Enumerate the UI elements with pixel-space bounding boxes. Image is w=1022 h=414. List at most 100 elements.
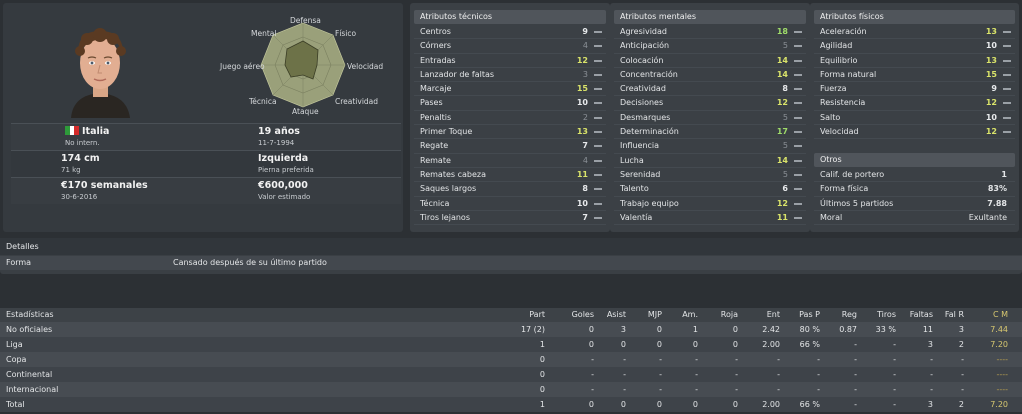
column-header[interactable]: Am. [658, 308, 698, 322]
attribute-row[interactable]: Penaltis 2 [414, 111, 606, 126]
statistics-cell: - [777, 385, 780, 394]
trend-dash-icon [794, 216, 802, 219]
attribute-label: Remate [420, 155, 451, 165]
statistics-table: Estadísticas Part Goles Asist MJP Am. Roja Ent P… [0, 308, 1022, 414]
attribute-row[interactable]: Forma natural 15 [814, 68, 1015, 83]
attribute-row[interactable]: Primer Toque 13 [414, 125, 606, 140]
attribute-label: Primer Toque [420, 127, 473, 137]
statistics-row[interactable]: Internacional 0- - - - - - - - - - - ---- [0, 382, 1022, 397]
attribute-row[interactable]: Remates cabeza 11 [414, 168, 606, 183]
statistics-cell: - [735, 370, 738, 379]
attribute-row[interactable]: Agilidad 10 [814, 39, 1015, 54]
attribute-row[interactable]: Entradas 12 [414, 54, 606, 68]
column-header[interactable]: Ent [740, 308, 780, 322]
attribute-row[interactable]: Equilibrio 13 [814, 54, 1015, 68]
otros-title: Otros [814, 153, 1015, 167]
statistics-row[interactable]: Total 1 0 0 0 0 0 2.00 66 % - -3 2 7.20 [0, 397, 1022, 412]
player-profile-panel: Defensa Mental Físico Juego aéreo Veloci… [3, 3, 403, 232]
attribute-row[interactable]: Salto 10 [814, 111, 1015, 126]
attribute-row[interactable]: Agresividad 18 [614, 25, 806, 40]
attribute-value: 10 [985, 41, 997, 51]
statistics-cell: - [623, 355, 626, 364]
column-header[interactable]: Fal R [924, 308, 964, 322]
attribute-row[interactable]: Lanzador de faltas 3 [414, 68, 606, 83]
attribute-row[interactable]: Lucha 14 [614, 154, 806, 168]
attribute-row[interactable]: Valentía 11 [614, 211, 806, 226]
attribute-row[interactable]: Remate 4 [414, 154, 606, 168]
attribute-row[interactable]: Tiros lejanos 7 [414, 211, 606, 226]
attribute-label: Remates cabeza [420, 169, 486, 179]
attribute-row[interactable]: Desmarques 5 [614, 111, 806, 126]
attribute-row[interactable]: Córners 4 [414, 39, 606, 54]
attribute-row[interactable]: Decisiones 12 [614, 96, 806, 111]
attribute-row[interactable]: Velocidad 12 [814, 125, 1015, 140]
statistics-row[interactable]: Copa 0- - - - - - - - - - - ---- [0, 352, 1022, 367]
attribute-row[interactable]: Talento 6 [614, 182, 806, 197]
attribute-value: 2 [582, 112, 588, 122]
attribute-row[interactable]: Resistencia 12 [814, 96, 1015, 111]
statistics-cell: 1 [539, 340, 545, 349]
column-header[interactable]: Reg [817, 308, 857, 322]
attribute-row[interactable]: Marcaje 15 [414, 82, 606, 97]
attribute-row[interactable]: Aceleración 13 [814, 25, 1015, 40]
trend-dash-icon [794, 45, 802, 48]
radar-label-tecnica: Técnica [249, 97, 277, 106]
column-header[interactable]: Part [505, 308, 545, 322]
trend-dash-icon [794, 31, 802, 33]
attribute-row[interactable]: Influencia 5 [614, 139, 806, 154]
statistics-cell: - [735, 385, 738, 394]
trend-dash-icon [594, 88, 602, 91]
statistics-row[interactable]: No oficiales 17 (2) 0 3 0 1 0 2.42 80 % 0.87 33 % 1… [0, 322, 1022, 337]
trend-dash-icon [794, 116, 802, 119]
attribute-label: Influencia [620, 141, 660, 151]
otros-label: Moral [820, 212, 843, 222]
details-row-label: Forma [6, 258, 32, 267]
statistics-cell: - [893, 370, 896, 379]
statistics-cell: - [735, 355, 738, 364]
attribute-value: 12 [985, 98, 997, 108]
attribute-row[interactable]: Serenidad 5 [614, 168, 806, 183]
info-row-body: 174 cm 71 kg Izquierda Pierna preferida [11, 150, 401, 177]
trend-dash-icon [594, 45, 602, 48]
attribute-row[interactable]: Concentración 14 [614, 68, 806, 83]
statistics-cell: 2.00 [762, 340, 780, 349]
column-header[interactable]: Asist [586, 308, 626, 322]
mental-attributes-title: Atributos mentales [614, 10, 806, 24]
trend-dash-icon [594, 173, 602, 176]
otros-label: Calif. de portero [820, 170, 885, 179]
attribute-value: 12 [776, 198, 788, 208]
column-header[interactable]: C M [968, 308, 1008, 322]
trend-dash-icon [1003, 31, 1011, 33]
column-header[interactable]: Roja [698, 308, 738, 322]
attribute-row[interactable]: Anticipación 5 [614, 39, 806, 54]
column-header[interactable]: Tiros [856, 308, 896, 322]
attribute-row[interactable]: Centros 9 [414, 25, 606, 40]
attribute-row[interactable]: Fuerza 9 [814, 82, 1015, 97]
column-header[interactable]: Pas P [780, 308, 820, 322]
statistics-row[interactable]: Liga 1 0 0 0 0 0 2.00 66 % - -3 2 7.20 [0, 337, 1022, 352]
attribute-row[interactable]: Saques largos 8 [414, 182, 606, 197]
attribute-label: Penaltis [420, 112, 452, 122]
trend-dash-icon [594, 159, 602, 162]
column-header[interactable]: MJP [622, 308, 662, 322]
statistics-cell: - [893, 340, 896, 349]
attribute-row[interactable]: Trabajo equipo 12 [614, 197, 806, 211]
trend-dash-icon [594, 216, 602, 219]
radar-label-ataque: Ataque [292, 107, 319, 116]
trend-dash-icon [794, 73, 802, 76]
attribute-value: 11 [576, 169, 588, 179]
attribute-row[interactable]: Colocación 14 [614, 54, 806, 68]
attribute-label: Trabajo equipo [620, 198, 679, 208]
attribute-row[interactable]: Determinación 17 [614, 125, 806, 140]
attribute-label: Colocación [620, 55, 664, 65]
attribute-row[interactable]: Regate 7 [414, 139, 606, 154]
statistics-row-label: Liga [6, 340, 23, 349]
statistics-row[interactable]: Continental 0- - - - - - - - - - - ---- [0, 367, 1022, 382]
attribute-row[interactable]: Creatividad 8 [614, 82, 806, 97]
attribute-row[interactable]: Pases 10 [414, 96, 606, 111]
trend-dash-icon [794, 188, 802, 191]
attribute-value: 5 [782, 141, 788, 151]
attribute-label: Tiros lejanos [420, 212, 470, 222]
attribute-row[interactable]: Técnica 10 [414, 197, 606, 211]
value-label: €600,000 [258, 180, 308, 191]
